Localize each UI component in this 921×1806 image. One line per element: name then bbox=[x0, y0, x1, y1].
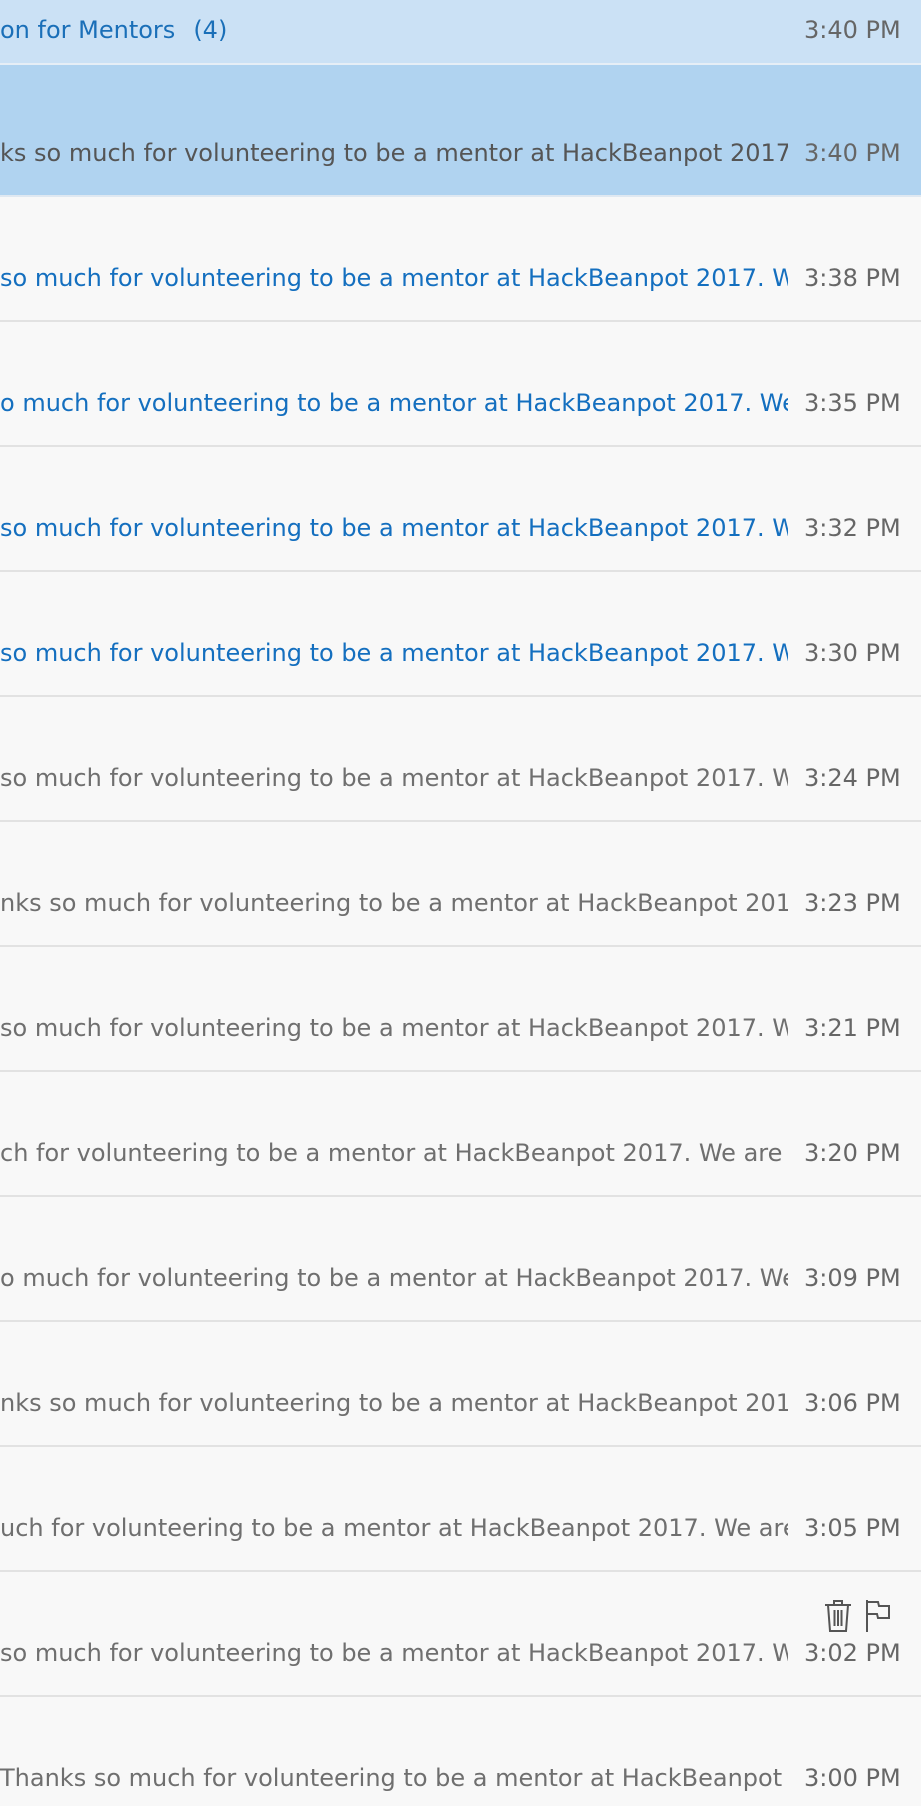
message-time: 3:00 PM bbox=[804, 1764, 901, 1792]
message-preview: so much for volunteering to be a mentor … bbox=[0, 1014, 788, 1042]
message-preview: so much for volunteering to be a mentor … bbox=[0, 264, 788, 292]
message-preview: so much for volunteering to be a mentor … bbox=[0, 514, 788, 542]
message-time: 3:35 PM bbox=[804, 389, 901, 417]
message-row[interactable]: so much for volunteering to be a mentor … bbox=[0, 572, 921, 697]
message-preview: nks so much for volunteering to be a men… bbox=[0, 1389, 788, 1417]
message-preview: nks so much for volunteering to be a men… bbox=[0, 889, 788, 917]
thread-time: 3:40 PM bbox=[804, 16, 901, 44]
message-preview: so much for volunteering to be a mentor … bbox=[0, 764, 788, 792]
flag-icon[interactable] bbox=[862, 1598, 894, 1634]
message-preview: o much for volunteering to be a mentor a… bbox=[0, 1264, 788, 1292]
message-row[interactable]: Thanks so much for volunteering to be a … bbox=[0, 1697, 921, 1806]
message-time: 3:20 PM bbox=[804, 1139, 901, 1167]
thread-count: (4) bbox=[193, 16, 228, 44]
message-row[interactable]: so much for volunteering to be a mentor … bbox=[0, 947, 921, 1072]
message-row[interactable]: o much for volunteering to be a mentor a… bbox=[0, 1197, 921, 1322]
message-preview: so much for volunteering to be a mentor … bbox=[0, 1639, 788, 1667]
message-row[interactable]: so much for volunteering to be a mentor … bbox=[0, 197, 921, 322]
message-time: 3:40 PM bbox=[804, 139, 901, 167]
message-row[interactable]: uch for volunteering to be a mentor at H… bbox=[0, 1447, 921, 1572]
message-time: 3:24 PM bbox=[804, 764, 901, 792]
message-preview: o much for volunteering to be a mentor a… bbox=[0, 389, 788, 417]
thread-subject: on for Mentors bbox=[0, 16, 176, 44]
message-row[interactable]: nks so much for volunteering to be a men… bbox=[0, 822, 921, 947]
message-row-selected[interactable]: ks so much for volunteering to be a ment… bbox=[0, 65, 921, 197]
message-row[interactable]: so much for volunteering to be a mentor … bbox=[0, 697, 921, 822]
message-time: 3:05 PM bbox=[804, 1514, 901, 1542]
message-time: 3:21 PM bbox=[804, 1014, 901, 1042]
thread-header[interactable]: on for Mentors (4) 3:40 PM bbox=[0, 0, 921, 65]
message-time: 3:09 PM bbox=[804, 1264, 901, 1292]
message-preview: Thanks so much for volunteering to be a … bbox=[0, 1764, 788, 1792]
message-row[interactable]: nks so much for volunteering to be a men… bbox=[0, 1322, 921, 1447]
message-preview: so much for volunteering to be a mentor … bbox=[0, 639, 788, 667]
message-row[interactable]: o much for volunteering to be a mentor a… bbox=[0, 322, 921, 447]
message-time: 3:30 PM bbox=[804, 639, 901, 667]
message-row-hovered[interactable]: so much for volunteering to be a mentor … bbox=[0, 1572, 921, 1697]
message-time: 3:23 PM bbox=[804, 889, 901, 917]
message-row[interactable]: ch for volunteering to be a mentor at Ha… bbox=[0, 1072, 921, 1197]
message-preview: ks so much for volunteering to be a ment… bbox=[0, 139, 788, 167]
message-time: 3:02 PM bbox=[804, 1639, 901, 1667]
hover-actions bbox=[822, 1598, 892, 1638]
message-list: on for Mentors (4) 3:40 PM ks so much for… bbox=[0, 0, 921, 1806]
thread-title: on for Mentors (4) bbox=[0, 13, 227, 47]
message-row[interactable]: so much for volunteering to be a mentor … bbox=[0, 447, 921, 572]
message-time: 3:06 PM bbox=[804, 1389, 901, 1417]
message-time: 3:38 PM bbox=[804, 264, 901, 292]
message-preview: uch for volunteering to be a mentor at H… bbox=[0, 1514, 788, 1542]
message-time: 3:32 PM bbox=[804, 514, 901, 542]
message-preview: ch for volunteering to be a mentor at Ha… bbox=[0, 1139, 788, 1167]
trash-icon[interactable] bbox=[822, 1598, 854, 1634]
